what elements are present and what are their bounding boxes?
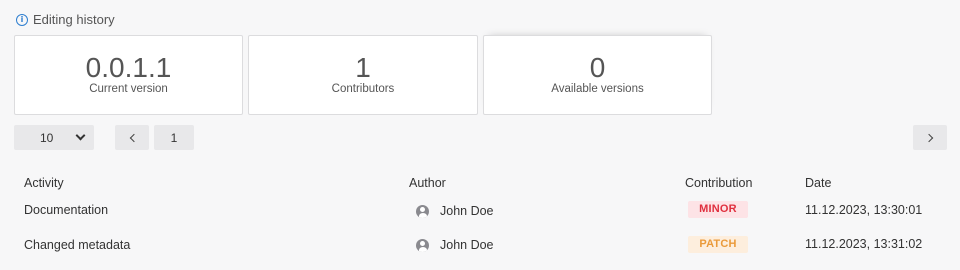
- user-avatar-icon: [416, 204, 429, 218]
- row-2-date: 11.12.2023, 13:31:02: [805, 237, 923, 251]
- chevron-right-icon: [924, 133, 933, 142]
- page-number-button[interactable]: 1: [154, 125, 194, 150]
- stat-card-contributors: 1 Contributors: [248, 35, 478, 115]
- column-header-date[interactable]: Date: [805, 176, 831, 190]
- chevron-left-icon: [129, 133, 138, 142]
- row-2-author: John Doe: [416, 238, 494, 252]
- section-title-text: Editing history: [33, 12, 115, 27]
- stat-label: Available versions: [551, 83, 644, 95]
- author-name: John Doe: [440, 238, 494, 252]
- column-header-author[interactable]: Author: [409, 176, 446, 190]
- page-size-value: 10: [40, 130, 54, 145]
- row-2-contribution-badge: PATCH: [688, 236, 748, 253]
- info-icon: i: [16, 13, 28, 26]
- stat-value: 1: [355, 52, 371, 83]
- row-1-author: John Doe: [416, 204, 494, 218]
- section-title: i Editing history: [16, 12, 115, 27]
- page-size-select[interactable]: 10: [14, 125, 94, 150]
- stat-value: 0.0.1.1: [85, 52, 172, 83]
- row-1-date: 11.12.2023, 13:30:01: [805, 203, 923, 217]
- author-name: John Doe: [440, 204, 494, 218]
- row-2-activity: Changed metadata: [24, 238, 131, 252]
- stat-value: 0: [589, 52, 606, 83]
- column-header-contribution[interactable]: Contribution: [685, 176, 752, 190]
- stat-label: Current version: [89, 83, 168, 95]
- next-page-button[interactable]: [913, 125, 947, 150]
- stat-label: Contributors: [331, 83, 395, 95]
- row-1-activity: Documentation: [24, 203, 109, 217]
- stat-card-current-version: 0.0.1.1 Current version: [14, 35, 243, 115]
- user-avatar-icon: [416, 238, 429, 252]
- stat-card-available-versions: 0 Available versions: [483, 35, 712, 115]
- column-header-activity[interactable]: Activity: [24, 176, 64, 190]
- chevron-down-icon: [75, 130, 86, 141]
- row-1-contribution-badge: MINOR: [688, 201, 748, 218]
- previous-page-button[interactable]: [115, 125, 149, 150]
- page-number: 1: [170, 130, 178, 145]
